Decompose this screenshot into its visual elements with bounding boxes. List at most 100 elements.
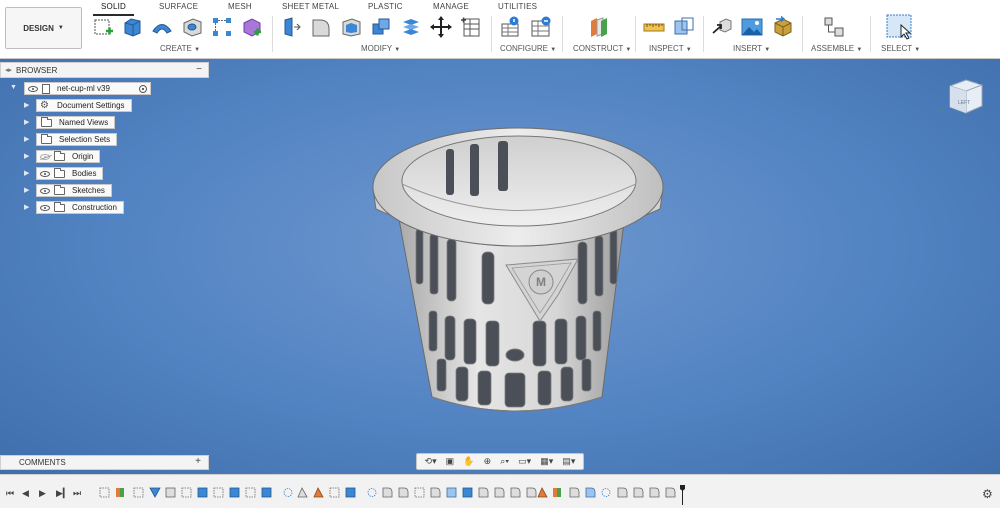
go-to-end-icon[interactable]: ⏭ [73,488,81,499]
chevron-right-icon[interactable]: ▶ [24,186,29,194]
look-at-icon[interactable]: ▣ [446,456,455,467]
display-settings-icon[interactable]: ▭▾ [518,456,531,467]
tree-item-sketches[interactable]: Sketches [36,184,112,197]
insert-menu[interactable]: INSERT ▼ [733,44,770,53]
play-icon[interactable]: ▶ [39,488,46,499]
chevron-right-icon[interactable]: ▶ [24,101,29,109]
configure-table-icon[interactable] [500,16,522,38]
view-cube[interactable]: LEFT Z Y [938,76,988,122]
gear-icon: ⚙ [40,100,49,111]
collapse-arrows-icon[interactable]: ◂▸ [5,66,12,74]
divider [491,16,492,52]
modify-label: MODIFY [361,44,392,53]
tab-surface[interactable]: SURFACE [159,2,198,11]
tree-item-construction[interactable]: Construction [36,201,124,214]
section-analysis-icon[interactable] [673,16,695,38]
fillet-icon[interactable] [310,16,332,38]
insert-canvas-icon[interactable] [741,16,763,38]
select-menu[interactable]: SELECT ▼ [881,44,920,53]
chevron-right-icon[interactable]: ▶ [24,169,29,177]
create-sketch-icon[interactable] [93,16,115,38]
modify-menu[interactable]: MODIFY ▼ [361,44,400,53]
fit-icon[interactable]: ⌕▾ [500,456,509,467]
tree-root-node[interactable]: net-cup-ml v39 [24,82,151,95]
workspace-switcher[interactable]: DESIGN ▼ [5,7,82,49]
tree-item-bodies[interactable]: Bodies [36,167,104,180]
comments-panel[interactable]: COMMENTS + [0,455,209,470]
chevron-right-icon[interactable]: ▶ [24,118,29,126]
eye-icon[interactable] [40,170,50,177]
configure-options-icon[interactable] [530,16,552,38]
move-icon[interactable] [430,16,452,38]
go-to-start-icon[interactable]: ⏮ [6,488,14,499]
tree-item-selection-sets[interactable]: Selection Sets [36,133,118,146]
timeline-marker-icon[interactable] [680,485,685,505]
viewports-icon[interactable]: ▤▾ [562,456,575,467]
insert-label: INSERT [733,44,763,53]
chevron-right-icon[interactable]: ▶ [24,152,29,160]
measure-icon[interactable] [643,16,665,38]
offset-plane-icon[interactable] [588,16,610,38]
shell-icon[interactable] [340,16,362,38]
chevron-right-icon[interactable]: ▶ [24,203,29,211]
eye-icon[interactable] [40,204,50,211]
minimize-icon[interactable]: − [196,64,202,75]
tab-utilities[interactable]: UTILITIES [498,2,537,11]
eye-icon[interactable] [28,85,38,92]
select-icon[interactable] [886,14,912,40]
zoom-icon[interactable]: ⊕ [484,456,492,467]
press-pull-icon[interactable] [280,16,302,38]
tab-plastic[interactable]: PLASTIC [368,2,403,11]
3d-viewport[interactable]: M [0,59,1000,474]
folder-icon [41,133,52,144]
tab-sheet-metal[interactable]: SHEET METAL [282,2,339,11]
construct-label: CONSTRUCT [573,44,624,53]
chevron-right-icon[interactable]: ▶ [24,135,29,143]
create-menu[interactable]: CREATE ▼ [160,44,200,53]
browser-panel-header[interactable]: ◂▸ BROWSER − [0,62,209,78]
align-icon[interactable] [400,16,422,38]
step-back-icon[interactable]: ◀ [22,488,29,499]
create-form-icon[interactable] [241,16,263,38]
combine-icon[interactable] [370,16,392,38]
tree-item-label: Sketches [72,186,105,195]
tree-item-origin[interactable]: Origin [36,150,101,163]
comments-title: COMMENTS [19,458,66,467]
timeline-settings-gear-icon[interactable]: ⚙ [982,487,993,501]
timeline-features[interactable] [98,485,688,501]
net-cup-model[interactable]: M [0,59,1000,474]
browser-title: BROWSER [16,65,58,75]
configure-menu[interactable]: CONFIGURE ▼ [500,44,556,53]
tab-mesh[interactable]: MESH [228,2,252,11]
pattern-icon[interactable] [211,16,233,38]
chevron-down-icon[interactable]: ▼ [10,84,17,91]
caret-down-icon: ▼ [394,47,401,53]
hole-icon[interactable] [181,16,203,38]
inspect-menu[interactable]: INSPECT ▼ [649,44,692,53]
change-parameters-icon[interactable] [460,16,482,38]
extrude-icon[interactable] [121,16,143,38]
assemble-menu[interactable]: ASSEMBLE ▼ [811,44,862,53]
pan-icon[interactable]: ✋ [463,456,474,467]
divider [635,16,636,52]
tab-manage[interactable]: MANAGE [433,2,469,11]
orbit-icon[interactable]: ⟲▾ [425,456,437,467]
eye-icon[interactable] [40,187,50,194]
eye-hidden-icon[interactable] [40,153,50,160]
step-forward-icon[interactable]: ▶▎ [56,488,70,499]
new-component-icon[interactable] [823,16,845,38]
tree-item-document-settings[interactable]: ⚙ Document Settings [36,99,132,112]
add-comment-icon[interactable]: + [195,456,201,467]
divider [802,16,803,52]
insert-mcmaster-icon[interactable] [772,16,794,38]
select-label: SELECT [881,44,912,53]
insert-derive-icon[interactable] [711,16,733,38]
workspace-label: DESIGN [23,23,54,33]
tree-item-label: Selection Sets [59,135,111,144]
tab-solid[interactable]: SOLID [92,2,135,16]
tree-item-named-views[interactable]: Named Views [36,116,116,129]
revolve-icon[interactable] [151,16,173,38]
construct-menu[interactable]: CONSTRUCT ▼ [573,44,631,53]
activate-radio-icon[interactable] [139,84,147,93]
grid-settings-icon[interactable]: ▦▾ [540,456,553,467]
